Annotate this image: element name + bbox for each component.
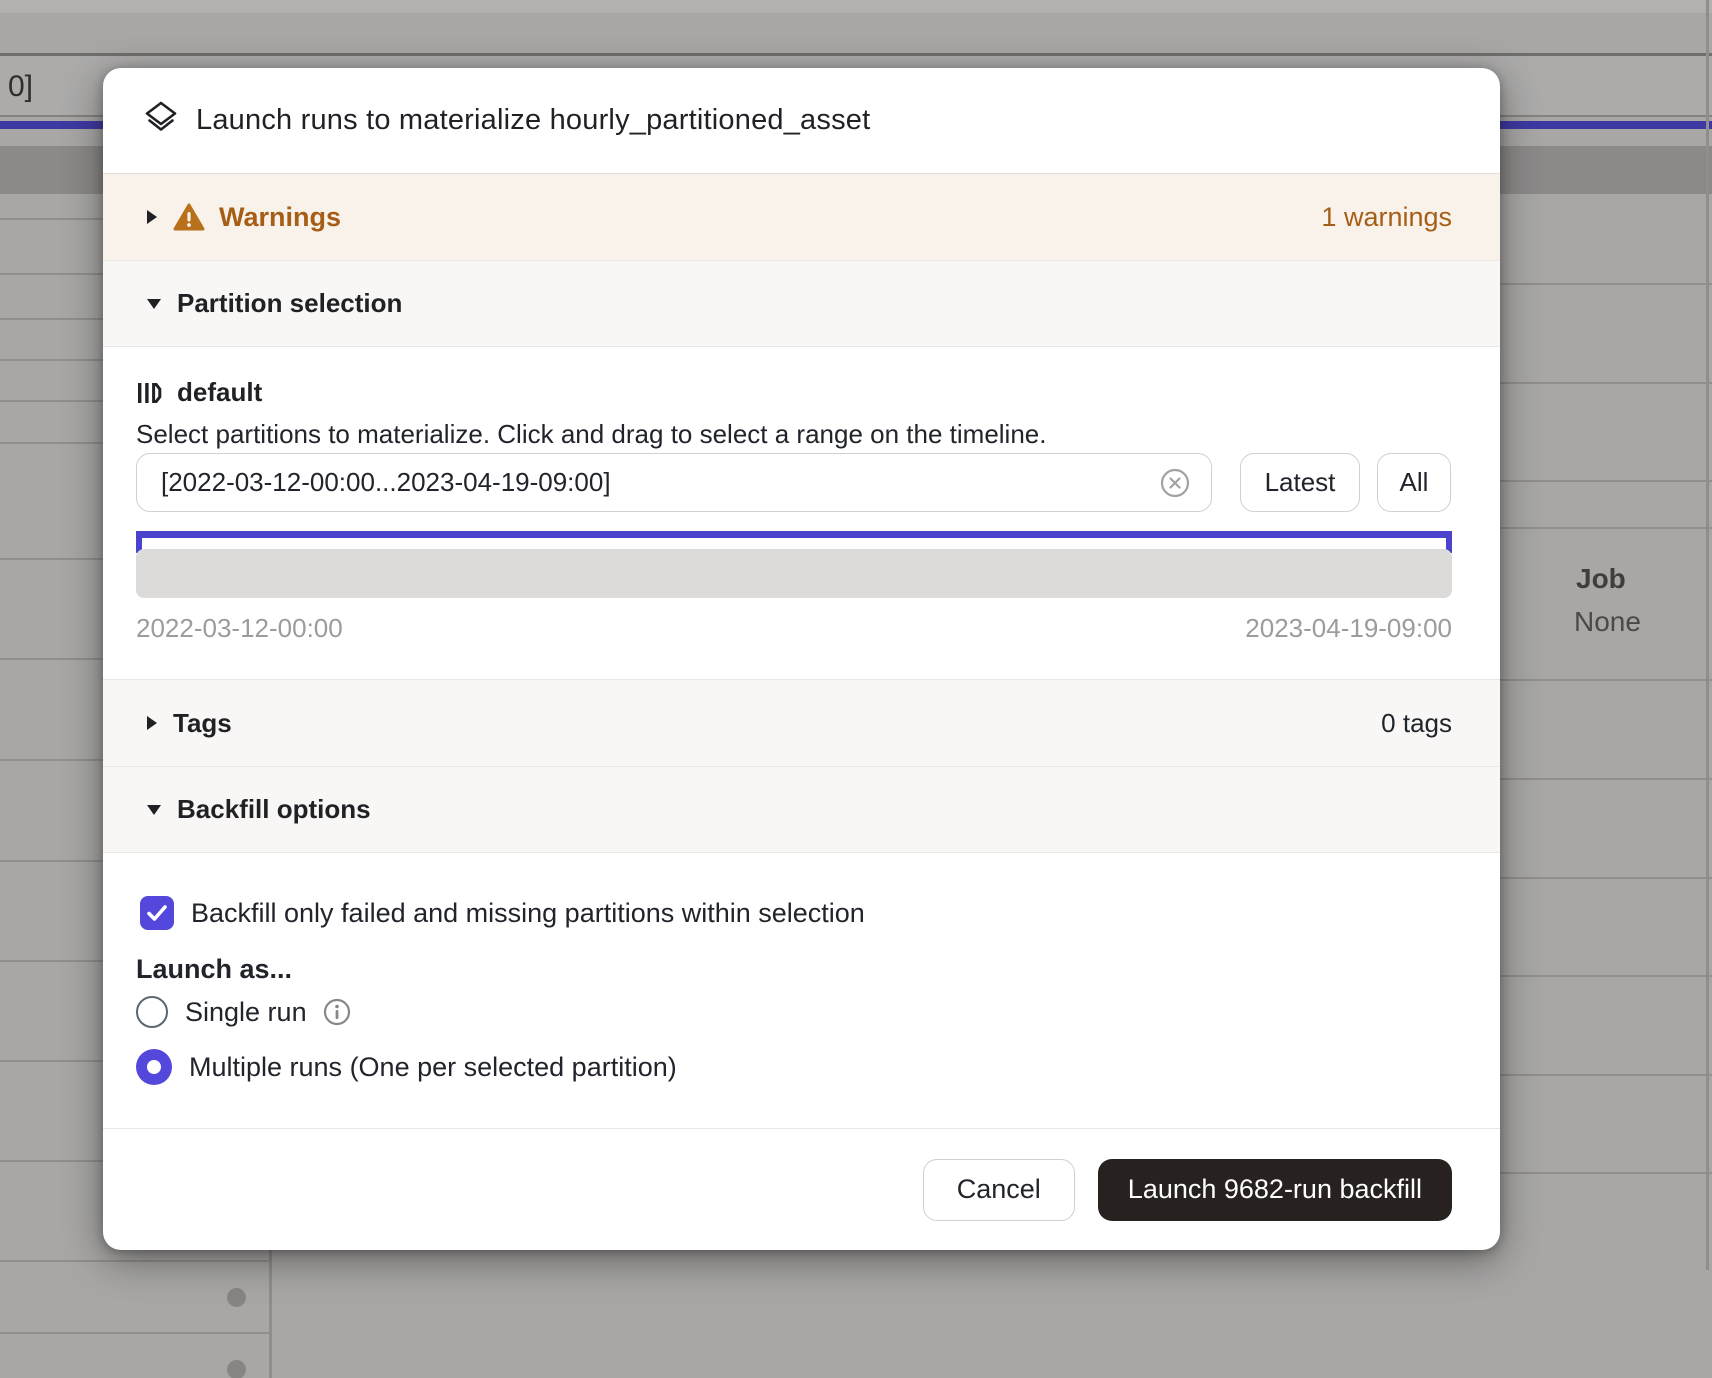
partition-range-value: [2022-03-12-00:00...2023-04-19-09:00] [161,467,1159,498]
bg-row-line [1500,480,1712,482]
bg-row-line [0,960,103,962]
cancel-button[interactable]: Cancel [923,1159,1075,1221]
backfill-options-section-toggle[interactable]: Backfill options [103,767,1500,853]
bg-panel-divider [269,1250,272,1378]
warning-icon [173,203,205,231]
warnings-section-label: Warnings [219,202,341,233]
bg-row-line [1500,1074,1712,1076]
backfill-checkbox-label: Backfill only failed and missing partiti… [191,898,865,929]
bg-top-band [0,0,1712,13]
caret-down-icon [147,299,161,309]
dialog-header: Launch runs to materialize hourly_partit… [103,68,1500,173]
backfill-options-section-label: Backfill options [177,794,371,825]
dialog-footer: Cancel Launch 9682-run backfill [103,1128,1500,1250]
partition-dimension-icon [136,380,162,406]
bg-row-line [1500,877,1712,879]
bg-row-line [0,1060,103,1062]
caret-down-icon [147,805,161,815]
bg-row-line [0,400,103,402]
asset-layers-icon [142,99,180,142]
radio-multiple-runs[interactable]: Multiple runs (One per selected partitio… [136,1049,677,1085]
tags-section-toggle[interactable]: Tags 0 tags [103,679,1500,767]
radio-unselected-icon[interactable] [136,996,168,1028]
tags-count: 0 tags [1381,708,1452,739]
caret-right-icon [147,210,157,224]
bg-row-line [0,759,103,761]
latest-button[interactable]: Latest [1240,453,1360,512]
timeline-selection-bracket [136,531,1452,538]
launch-as-label: Launch as... [136,954,292,985]
bg-row-line [0,558,103,560]
timeline-start-label: 2022-03-12-00:00 [136,613,343,644]
bg-column-divider [1706,0,1709,1270]
launch-backfill-dialog: Launch runs to materialize hourly_partit… [103,68,1500,1250]
all-button[interactable]: All [1377,453,1451,512]
bg-row-line [0,218,103,220]
clear-input-icon[interactable] [1159,467,1191,499]
timeline-end-label: 2023-04-19-09:00 [1245,613,1452,644]
bg-job-column-header: Job [1576,563,1626,595]
bg-row-line [1500,1172,1712,1174]
bg-row-line [1500,975,1712,977]
bg-row-line [1500,283,1712,285]
multiple-runs-label: Multiple runs (One per selected partitio… [189,1052,677,1083]
checkbox-backfill-failed-missing[interactable] [140,896,174,930]
single-run-label: Single run [185,997,307,1028]
backfill-options-content: Backfill only failed and missing partiti… [103,853,1500,1128]
checkmark-icon [144,900,170,926]
bg-row-line [1500,778,1712,780]
warnings-count: 1 warnings [1321,202,1452,233]
partition-selection-section-toggle[interactable]: Partition selection [103,260,1500,347]
launch-backfill-button[interactable]: Launch 9682-run backfill [1098,1159,1452,1221]
bg-truncated-range-input: 0] [8,70,33,104]
caret-right-icon [147,716,157,730]
partition-range-input[interactable]: [2022-03-12-00:00...2023-04-19-09:00] [136,453,1212,512]
partition-selection-section-label: Partition selection [177,288,402,319]
bg-row-line [0,1160,103,1162]
bg-status-dot [227,1360,246,1378]
partition-dimension-name: default [177,377,262,408]
bg-row-line [1500,679,1712,681]
partition-helper-text: Select partitions to materialize. Click … [136,419,1046,450]
warnings-section-toggle[interactable]: Warnings 1 warnings [103,173,1500,260]
partition-dimension-row: default [136,377,262,408]
bg-row-line [1500,527,1712,529]
radio-selected-icon[interactable] [136,1049,172,1085]
bg-row-line [0,359,103,361]
partition-timeline-bar[interactable] [136,549,1452,598]
tags-section-label: Tags [173,708,232,739]
backfill-failed-missing-checkbox-row[interactable]: Backfill only failed and missing partiti… [140,896,865,930]
info-icon[interactable] [322,997,352,1027]
bg-status-dot [227,1288,246,1307]
radio-single-run[interactable]: Single run [136,996,352,1028]
bg-row-line [0,1332,270,1334]
bg-row-line [0,1260,270,1262]
bg-row-line [0,860,103,862]
bg-row-line [0,273,103,275]
bg-row-line [0,318,103,320]
bg-row-line [1500,382,1712,384]
bg-row-line [0,658,103,660]
bg-row-line [0,442,103,444]
dialog-title: Launch runs to materialize hourly_partit… [196,104,870,137]
partition-selection-content: default Select partitions to materialize… [103,347,1500,679]
bg-divider [0,53,1712,56]
bg-job-column-value: None [1574,606,1641,638]
